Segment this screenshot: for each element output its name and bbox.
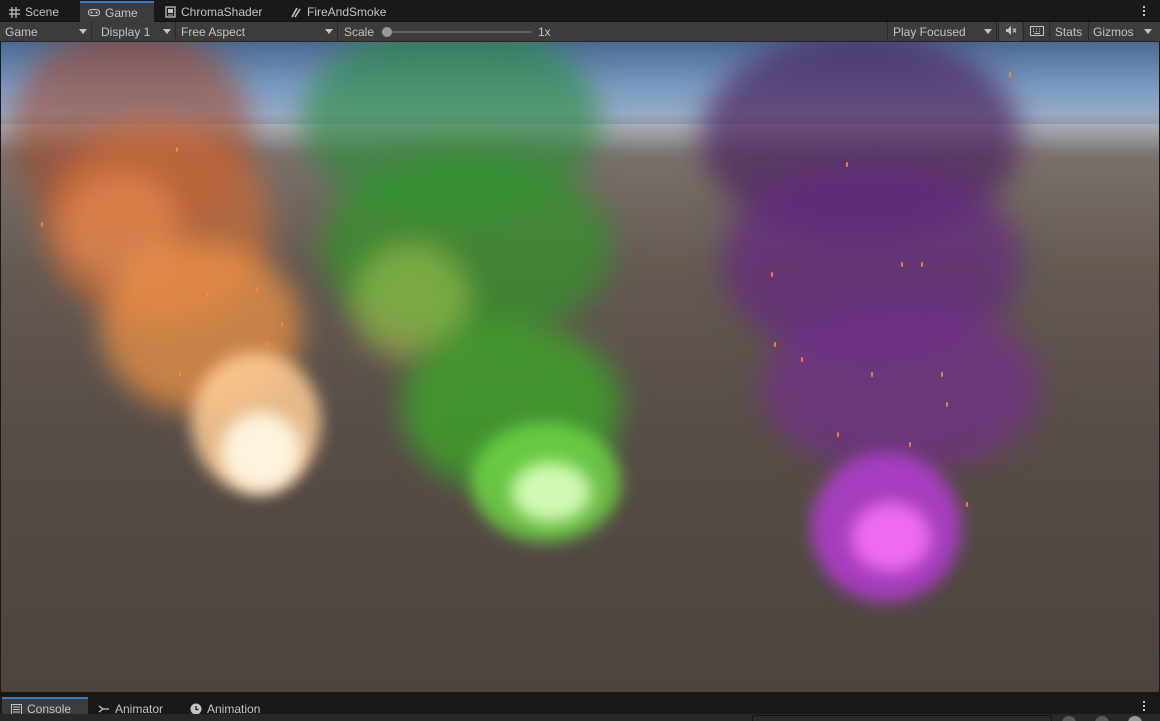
particle-icon: [290, 6, 302, 18]
aspect-value: Free Aspect: [181, 24, 246, 39]
aspect-dropdown[interactable]: Free Aspect: [176, 22, 338, 41]
tab-fireandsmoke[interactable]: FireAndSmoke: [282, 2, 394, 22]
chevron-down-icon: [79, 29, 87, 34]
play-mode-dropdown[interactable]: Play Focused: [887, 22, 997, 41]
scale-value: 1x: [538, 25, 551, 39]
scale-label: Scale: [344, 25, 375, 39]
gizmos-label: Gizmos: [1093, 24, 1134, 39]
editor-tab-bar: Scene Game ChromaShader FireAndSmoke: [0, 0, 1160, 22]
console-search-field[interactable]: [752, 715, 1052, 721]
scale-slider-track[interactable]: [388, 31, 532, 33]
keyboard-icon: [1029, 25, 1044, 39]
chevron-down-icon: [1144, 29, 1152, 34]
gizmos-dropdown[interactable]: Gizmos: [1088, 22, 1156, 41]
tab-game-label: Game: [105, 5, 138, 20]
shortcuts-toggle[interactable]: [1023, 22, 1049, 41]
game-viewport[interactable]: [1, 42, 1159, 692]
speaker-muted-icon: [1005, 25, 1017, 39]
grid-icon: [8, 6, 20, 18]
tab-game[interactable]: Game: [80, 1, 154, 22]
chevron-down-icon: [984, 29, 992, 34]
play-mode-value: Play Focused: [893, 24, 966, 39]
tab-scene-label: Scene: [25, 5, 60, 19]
shader-icon: [164, 6, 176, 18]
mute-audio-toggle[interactable]: [998, 22, 1022, 41]
display-value: Display 1: [101, 24, 151, 39]
tab-chromashader[interactable]: ChromaShader: [156, 2, 280, 22]
chevron-down-icon: [325, 29, 333, 34]
bottom-panel-menu-kebab-icon[interactable]: [1136, 698, 1152, 714]
chevron-down-icon: [163, 29, 171, 34]
tab-menu-kebab-icon[interactable]: [1136, 3, 1152, 19]
gamepad-icon: [88, 7, 100, 19]
view-mode-dropdown[interactable]: Game: [0, 22, 92, 41]
stats-toggle[interactable]: Stats: [1049, 22, 1087, 41]
stats-label: Stats: [1054, 24, 1083, 39]
tab-scene[interactable]: Scene: [0, 2, 80, 22]
game-view-toolbar: Game Display 1 Free Aspect Scale 1x Play…: [0, 22, 1160, 42]
tab-chromashader-label: ChromaShader: [181, 5, 263, 19]
display-dropdown[interactable]: Display 1: [96, 22, 176, 41]
scale-slider-handle[interactable]: [382, 27, 392, 37]
view-mode-value: Game: [5, 24, 38, 39]
tab-fireandsmoke-label: FireAndSmoke: [307, 5, 387, 19]
